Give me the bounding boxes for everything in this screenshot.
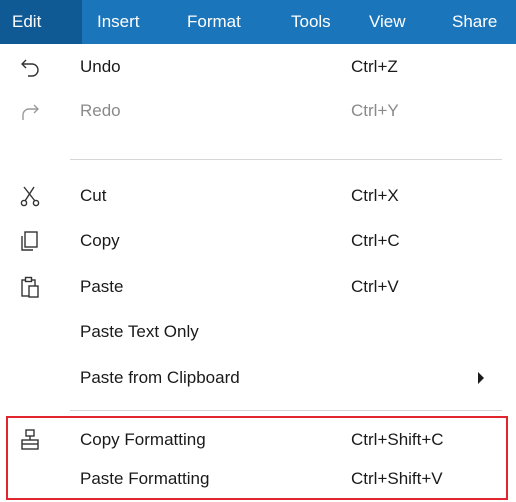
menu-format[interactable]: Format (187, 0, 241, 44)
separator (70, 159, 502, 160)
undo-shortcut: Ctrl+Z (351, 57, 398, 76)
menu-item-paste-formatting[interactable]: Paste Formatting Ctrl+Shift+V (0, 456, 516, 502)
menu-item-copy[interactable]: Copy Ctrl+C (0, 218, 516, 264)
format-painter-icon (21, 429, 39, 450)
redo-label: Redo (80, 101, 121, 120)
menu-item-paste-text-only[interactable]: Paste Text Only (0, 309, 516, 355)
paste-formatting-shortcut: Ctrl+Shift+V (351, 469, 443, 488)
menu-view[interactable]: View (369, 0, 406, 44)
menu-item-paste-from-clipboard[interactable]: Paste from Clipboard (0, 355, 516, 401)
menu-insert[interactable]: Insert (97, 0, 140, 44)
menu-item-paste[interactable]: Paste Ctrl+V (0, 264, 516, 310)
paste-shortcut: Ctrl+V (351, 277, 399, 296)
menu-item-cut[interactable]: Cut Ctrl+X (0, 173, 516, 219)
undo-icon (21, 59, 39, 77)
clipboard-icon (21, 276, 39, 298)
copy-icon (21, 231, 38, 251)
menu-bar: Edit Insert Format Tools View Share (0, 0, 516, 44)
redo-shortcut: Ctrl+Y (351, 101, 399, 120)
redo-icon (22, 104, 39, 120)
menu-edit[interactable]: Edit (0, 0, 82, 44)
menu-share[interactable]: Share (452, 0, 497, 44)
undo-label: Undo (80, 57, 121, 76)
separator (70, 410, 502, 411)
cut-label: Cut (80, 186, 107, 205)
paste-from-clipboard-label: Paste from Clipboard (80, 368, 240, 387)
copy-shortcut: Ctrl+C (351, 231, 400, 250)
menu-tools[interactable]: Tools (291, 0, 331, 44)
edit-menu-dropdown: Undo Ctrl+Z Redo Ctrl+Y Cut Ctrl+X Copy … (0, 44, 516, 502)
paste-text-only-label: Paste Text Only (80, 322, 199, 341)
paste-formatting-label: Paste Formatting (80, 469, 210, 488)
cut-shortcut: Ctrl+X (351, 186, 399, 205)
menu-item-undo[interactable]: Undo Ctrl+Z (0, 44, 516, 90)
paste-label: Paste (80, 277, 124, 296)
menu-item-redo[interactable]: Redo Ctrl+Y (0, 88, 516, 134)
submenu-arrow-icon (478, 372, 484, 384)
copy-label: Copy (80, 231, 120, 250)
scissors-icon (20, 186, 40, 207)
